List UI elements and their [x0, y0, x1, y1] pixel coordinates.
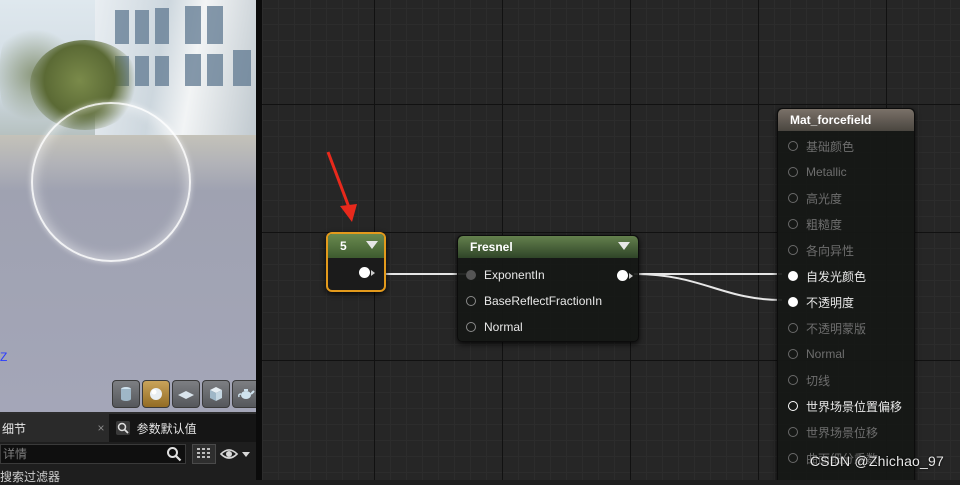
material-input-row[interactable]: 各向异性 — [778, 237, 914, 263]
sphere-preview-button[interactable] — [142, 380, 170, 408]
material-title: Mat_forcefield — [790, 113, 872, 127]
material-input-row[interactable]: 不透明度 — [778, 289, 914, 315]
material-result-node[interactable]: Mat_forcefield 基础颜色 Metallic 高光度粗糙度各向异性自发光… — [777, 108, 915, 480]
tab-parameter-defaults-label: 参数默认值 — [136, 421, 197, 436]
input-pin[interactable] — [788, 219, 798, 229]
plane-preview-button[interactable] — [172, 380, 200, 408]
material-input-row[interactable]: 切线 — [778, 367, 914, 393]
tab-parameter-defaults[interactable]: 参数默认值 — [109, 414, 256, 442]
input-pin[interactable] — [788, 193, 798, 203]
fresnel-input-exponentin[interactable]: ExponentIn — [458, 262, 638, 288]
fresnel-node[interactable]: Fresnel ExponentIn BaseReflectFractionIn… — [457, 235, 639, 342]
constant-value: 5 — [340, 239, 347, 253]
input-pin[interactable] — [788, 375, 798, 385]
material-preview-viewport[interactable]: Z — [0, 0, 256, 412]
material-graph-canvas[interactable]: 5 Fresnel ExponentIn BaseReflectFraction… — [262, 0, 960, 480]
input-pin[interactable] — [788, 427, 798, 437]
pin-label: 世界场景位置偏移 — [806, 399, 903, 414]
collapse-arrow-icon[interactable] — [366, 241, 378, 249]
eye-icon — [219, 449, 250, 459]
pin-label: 高光度 — [806, 191, 843, 206]
pin-label: 自发光颜色 — [806, 269, 867, 284]
sphere-icon — [150, 388, 162, 400]
pin-label: 切线 — [806, 373, 831, 388]
preview-sphere — [31, 102, 191, 262]
input-pin[interactable] — [788, 245, 798, 255]
material-input-row[interactable]: 世界场景位置偏移 — [778, 393, 914, 419]
cube-preview-button[interactable] — [202, 380, 230, 408]
material-input-row[interactable]: 粗糙度 — [778, 211, 914, 237]
cylinder-preview-button[interactable] — [112, 380, 140, 408]
input-pin[interactable] — [788, 297, 798, 307]
fresnel-input-basereflectfractionin[interactable]: BaseReflectFractionIn — [458, 288, 638, 314]
input-pin[interactable] — [788, 141, 798, 151]
material-input-row[interactable]: 自发光颜色 — [778, 263, 914, 289]
pin-label: ExponentIn — [484, 268, 545, 282]
axis-indicator: Z — [0, 350, 8, 364]
panel-tabs: 细节 × 参数默认值 — [0, 412, 256, 442]
constant-output-pin[interactable] — [359, 267, 375, 278]
fresnel-input-normal[interactable]: Normal — [458, 314, 638, 340]
preview-mesh-toolbar — [112, 380, 256, 408]
watermark-text: CSDN @Zhichao_97 — [809, 453, 944, 469]
pin-label: Normal — [484, 320, 523, 334]
material-input-row[interactable]: 高光度 — [778, 185, 914, 211]
cube-icon — [210, 387, 222, 401]
details-panel: 细节 × 参数默认值 详情 搜索过滤器 — [0, 412, 256, 484]
pin-label: 粗糙度 — [806, 217, 843, 232]
pin-label: 基础颜色 — [806, 139, 855, 154]
search-icon[interactable] — [166, 446, 182, 462]
pin-label: 不透明度 — [806, 295, 855, 310]
custom-mesh-preview-button[interactable] — [232, 380, 256, 408]
view-options-button[interactable] — [192, 444, 216, 464]
visibility-dropdown-button[interactable] — [219, 444, 254, 464]
input-pin[interactable] — [788, 349, 798, 359]
close-tab-button[interactable]: × — [98, 421, 105, 435]
collapse-arrow-icon[interactable] — [618, 242, 630, 250]
pin-label: Metallic — [806, 165, 847, 179]
pin-label: 世界场景位移 — [806, 425, 879, 440]
fresnel-output-pin[interactable] — [617, 270, 633, 281]
grid-icon — [197, 448, 210, 458]
input-pin[interactable] — [466, 270, 476, 280]
red-arrow-annotation — [326, 151, 357, 222]
filter-hint-text: 搜索过滤器 — [0, 470, 61, 484]
pin-label: 不透明蒙版 — [806, 321, 867, 336]
input-pin[interactable] — [788, 401, 798, 411]
teapot-icon — [238, 389, 255, 399]
input-pin[interactable] — [466, 296, 476, 306]
details-search-input[interactable]: 详情 — [0, 444, 186, 464]
pin-label: 各向异性 — [806, 243, 855, 258]
input-pin[interactable] — [788, 167, 798, 177]
constant-node-header: 5 — [328, 234, 384, 258]
material-node-header: Mat_forcefield — [778, 109, 914, 131]
material-input-list: 基础颜色 Metallic 高光度粗糙度各向异性自发光颜色不透明度不透明蒙版 Norm… — [778, 133, 914, 471]
pin-label: BaseReflectFractionIn — [484, 294, 603, 308]
material-input-row[interactable]: Normal — [778, 341, 914, 367]
constant-node[interactable]: 5 — [326, 232, 386, 292]
input-pin[interactable] — [788, 323, 798, 333]
material-input-row[interactable]: 基础颜色 — [778, 133, 914, 159]
cylinder-icon — [121, 387, 131, 401]
pin-label: Normal — [806, 347, 845, 361]
input-pin[interactable] — [788, 453, 798, 463]
fresnel-node-header: Fresnel — [458, 236, 638, 258]
fresnel-title: Fresnel — [470, 240, 513, 254]
input-pin[interactable] — [788, 271, 798, 281]
plane-icon — [178, 391, 194, 399]
input-pin[interactable] — [466, 322, 476, 332]
tab-details-label: 细节 — [2, 421, 27, 436]
material-input-row[interactable]: 世界场景位移 — [778, 419, 914, 445]
material-input-row[interactable]: Metallic — [778, 159, 914, 185]
magnifier-icon — [115, 421, 130, 435]
material-input-row[interactable]: 不透明蒙版 — [778, 315, 914, 341]
tab-details[interactable]: 细节 × — [0, 414, 109, 442]
wire-fresnel-to-opacity — [633, 273, 783, 301]
